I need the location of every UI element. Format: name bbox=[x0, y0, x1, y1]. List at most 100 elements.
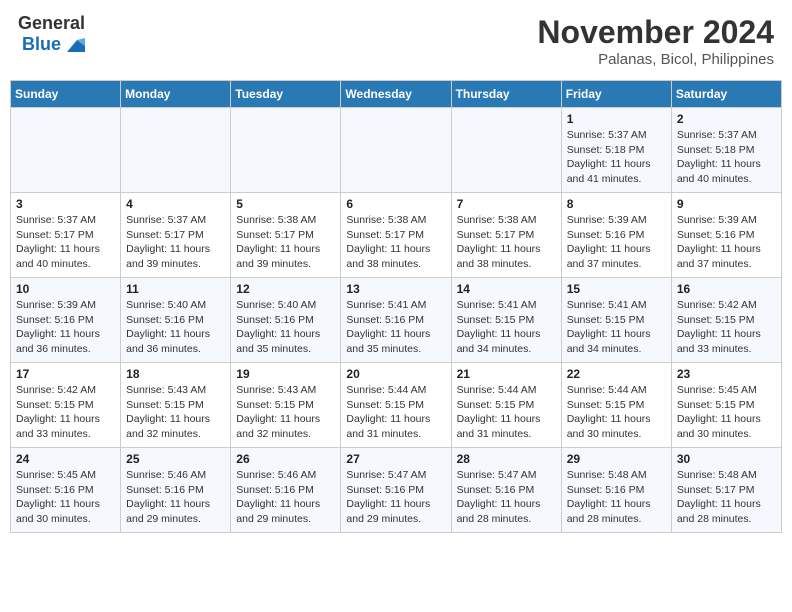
day-info: Sunrise: 5:41 AMSunset: 5:15 PMDaylight:… bbox=[567, 298, 666, 357]
day-number: 10 bbox=[16, 282, 115, 296]
calendar-cell: 10 Sunrise: 5:39 AMSunset: 5:16 PMDayligh… bbox=[11, 278, 121, 363]
calendar-cell: 25 Sunrise: 5:46 AMSunset: 5:16 PMDayligh… bbox=[121, 448, 231, 533]
calendar-cell: 2 Sunrise: 5:37 AMSunset: 5:18 PMDaylight… bbox=[671, 108, 781, 193]
day-number: 2 bbox=[677, 112, 776, 126]
day-number: 5 bbox=[236, 197, 335, 211]
calendar-week-5: 24 Sunrise: 5:45 AMSunset: 5:16 PMDayligh… bbox=[11, 448, 782, 533]
calendar-cell: 23 Sunrise: 5:45 AMSunset: 5:15 PMDayligh… bbox=[671, 363, 781, 448]
calendar-week-2: 3 Sunrise: 5:37 AMSunset: 5:17 PMDaylight… bbox=[11, 193, 782, 278]
calendar-cell: 6Sunrise: 5:38 AMSunset: 5:17 PMDaylight… bbox=[341, 193, 451, 278]
day-number: 25 bbox=[126, 452, 225, 466]
day-number: 17 bbox=[16, 367, 115, 381]
calendar-cell: 11 Sunrise: 5:40 AMSunset: 5:16 PMDayligh… bbox=[121, 278, 231, 363]
day-info: Sunrise: 5:45 AMSunset: 5:15 PMDaylight:… bbox=[677, 383, 776, 442]
weekday-header-saturday: Saturday bbox=[671, 81, 781, 108]
weekday-header-tuesday: Tuesday bbox=[231, 81, 341, 108]
day-info: Sunrise: 5:38 AMSunset: 5:17 PMDaylight:… bbox=[457, 213, 556, 272]
day-info: Sunrise: 5:42 AMSunset: 5:15 PMDaylight:… bbox=[677, 298, 776, 357]
day-number: 24 bbox=[16, 452, 115, 466]
logo-blue: Blue bbox=[22, 35, 61, 55]
calendar-cell: 19 Sunrise: 5:43 AMSunset: 5:15 PMDayligh… bbox=[231, 363, 341, 448]
day-info: Sunrise: 5:48 AMSunset: 5:16 PMDaylight:… bbox=[567, 468, 666, 527]
page-subtitle: Palanas, Bicol, Philippines bbox=[537, 51, 774, 68]
day-info: Sunrise: 5:45 AMSunset: 5:16 PMDaylight:… bbox=[16, 468, 115, 527]
calendar-cell bbox=[11, 108, 121, 193]
weekday-header-sunday: Sunday bbox=[11, 81, 121, 108]
day-info: Sunrise: 5:44 AMSunset: 5:15 PMDaylight:… bbox=[346, 383, 445, 442]
day-number: 1 bbox=[567, 112, 666, 126]
calendar-week-4: 17 Sunrise: 5:42 AMSunset: 5:15 PMDayligh… bbox=[11, 363, 782, 448]
day-number: 30 bbox=[677, 452, 776, 466]
day-number: 8 bbox=[567, 197, 666, 211]
calendar-header-row: SundayMondayTuesdayWednesdayThursdayFrid… bbox=[11, 81, 782, 108]
day-info: Sunrise: 5:37 AMSunset: 5:17 PMDaylight:… bbox=[16, 213, 115, 272]
day-info: Sunrise: 5:40 AMSunset: 5:16 PMDaylight:… bbox=[126, 298, 225, 357]
page-title: November 2024 bbox=[537, 14, 774, 51]
calendar-cell: 14Sunrise: 5:41 AMSunset: 5:15 PMDayligh… bbox=[451, 278, 561, 363]
day-number: 22 bbox=[567, 367, 666, 381]
calendar-cell: 18 Sunrise: 5:43 AMSunset: 5:15 PMDayligh… bbox=[121, 363, 231, 448]
weekday-header-friday: Friday bbox=[561, 81, 671, 108]
day-info: Sunrise: 5:46 AMSunset: 5:16 PMDaylight:… bbox=[126, 468, 225, 527]
day-info: Sunrise: 5:42 AMSunset: 5:15 PMDaylight:… bbox=[16, 383, 115, 442]
calendar-cell: 4 Sunrise: 5:37 AMSunset: 5:17 PMDaylight… bbox=[121, 193, 231, 278]
calendar-cell: 21 Sunrise: 5:44 AMSunset: 5:15 PMDayligh… bbox=[451, 363, 561, 448]
day-number: 23 bbox=[677, 367, 776, 381]
calendar-cell: 9 Sunrise: 5:39 AMSunset: 5:16 PMDaylight… bbox=[671, 193, 781, 278]
day-number: 9 bbox=[677, 197, 776, 211]
day-number: 11 bbox=[126, 282, 225, 296]
logo-general: General bbox=[18, 14, 85, 34]
title-block: November 2024 Palanas, Bicol, Philippine… bbox=[537, 14, 774, 68]
day-info: Sunrise: 5:39 AMSunset: 5:16 PMDaylight:… bbox=[16, 298, 115, 357]
day-info: Sunrise: 5:47 AMSunset: 5:16 PMDaylight:… bbox=[346, 468, 445, 527]
page-header: General Blue November 2024 Palanas, Bico… bbox=[10, 10, 782, 72]
day-info: Sunrise: 5:37 AMSunset: 5:17 PMDaylight:… bbox=[126, 213, 225, 272]
calendar-cell bbox=[121, 108, 231, 193]
day-number: 4 bbox=[126, 197, 225, 211]
calendar-week-3: 10 Sunrise: 5:39 AMSunset: 5:16 PMDayligh… bbox=[11, 278, 782, 363]
day-info: Sunrise: 5:46 AMSunset: 5:16 PMDaylight:… bbox=[236, 468, 335, 527]
calendar-cell: 7Sunrise: 5:38 AMSunset: 5:17 PMDaylight… bbox=[451, 193, 561, 278]
logo-icon bbox=[63, 34, 85, 56]
day-info: Sunrise: 5:38 AMSunset: 5:17 PMDaylight:… bbox=[346, 213, 445, 272]
calendar-week-1: 1 Sunrise: 5:37 AMSunset: 5:18 PMDaylight… bbox=[11, 108, 782, 193]
day-info: Sunrise: 5:37 AMSunset: 5:18 PMDaylight:… bbox=[677, 128, 776, 187]
calendar-cell: 24 Sunrise: 5:45 AMSunset: 5:16 PMDayligh… bbox=[11, 448, 121, 533]
calendar-cell: 13Sunrise: 5:41 AMSunset: 5:16 PMDayligh… bbox=[341, 278, 451, 363]
day-number: 12 bbox=[236, 282, 335, 296]
day-info: Sunrise: 5:40 AMSunset: 5:16 PMDaylight:… bbox=[236, 298, 335, 357]
calendar-cell: 15 Sunrise: 5:41 AMSunset: 5:15 PMDayligh… bbox=[561, 278, 671, 363]
calendar-cell bbox=[451, 108, 561, 193]
day-number: 29 bbox=[567, 452, 666, 466]
weekday-header-wednesday: Wednesday bbox=[341, 81, 451, 108]
calendar-cell bbox=[231, 108, 341, 193]
day-info: Sunrise: 5:47 AMSunset: 5:16 PMDaylight:… bbox=[457, 468, 556, 527]
calendar-cell: 29 Sunrise: 5:48 AMSunset: 5:16 PMDayligh… bbox=[561, 448, 671, 533]
day-number: 28 bbox=[457, 452, 556, 466]
logo: General Blue bbox=[18, 14, 85, 56]
day-number: 15 bbox=[567, 282, 666, 296]
day-info: Sunrise: 5:44 AMSunset: 5:15 PMDaylight:… bbox=[457, 383, 556, 442]
day-number: 16 bbox=[677, 282, 776, 296]
day-number: 27 bbox=[346, 452, 445, 466]
calendar-cell: 26Sunrise: 5:46 AMSunset: 5:16 PMDayligh… bbox=[231, 448, 341, 533]
day-info: Sunrise: 5:48 AMSunset: 5:17 PMDaylight:… bbox=[677, 468, 776, 527]
day-info: Sunrise: 5:43 AMSunset: 5:15 PMDaylight:… bbox=[126, 383, 225, 442]
calendar-cell: 20Sunrise: 5:44 AMSunset: 5:15 PMDayligh… bbox=[341, 363, 451, 448]
day-number: 3 bbox=[16, 197, 115, 211]
day-info: Sunrise: 5:39 AMSunset: 5:16 PMDaylight:… bbox=[677, 213, 776, 272]
day-info: Sunrise: 5:37 AMSunset: 5:18 PMDaylight:… bbox=[567, 128, 666, 187]
day-number: 21 bbox=[457, 367, 556, 381]
day-number: 14 bbox=[457, 282, 556, 296]
calendar-table: SundayMondayTuesdayWednesdayThursdayFrid… bbox=[10, 80, 782, 533]
calendar-cell: 17 Sunrise: 5:42 AMSunset: 5:15 PMDayligh… bbox=[11, 363, 121, 448]
day-info: Sunrise: 5:38 AMSunset: 5:17 PMDaylight:… bbox=[236, 213, 335, 272]
calendar-cell: 22Sunrise: 5:44 AMSunset: 5:15 PMDayligh… bbox=[561, 363, 671, 448]
calendar-cell: 27 Sunrise: 5:47 AMSunset: 5:16 PMDayligh… bbox=[341, 448, 451, 533]
day-number: 18 bbox=[126, 367, 225, 381]
day-info: Sunrise: 5:43 AMSunset: 5:15 PMDaylight:… bbox=[236, 383, 335, 442]
day-info: Sunrise: 5:41 AMSunset: 5:16 PMDaylight:… bbox=[346, 298, 445, 357]
calendar-cell: 12 Sunrise: 5:40 AMSunset: 5:16 PMDayligh… bbox=[231, 278, 341, 363]
weekday-header-thursday: Thursday bbox=[451, 81, 561, 108]
day-number: 19 bbox=[236, 367, 335, 381]
